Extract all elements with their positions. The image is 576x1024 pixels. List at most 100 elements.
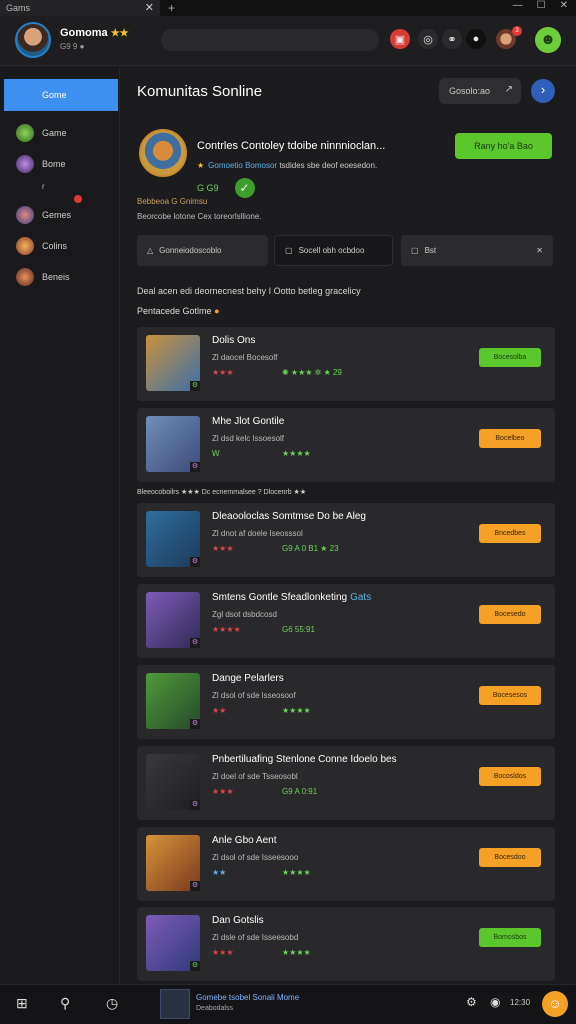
game-card-action-button[interactable]: Bocesedo: [479, 605, 541, 624]
smile-icon[interactable]: ☻: [535, 27, 561, 53]
check-icon[interactable]: ✓: [234, 178, 255, 198]
game-card[interactable]: ⚙ Dan Gotslis Zl dsle of sde Isseesobd ★★★ ★…: [137, 907, 555, 981]
game-card[interactable]: ⚙ Dolis Ons Zl daocel Bocesolf ★★★ ✺ ★★★ ✲ ★…: [137, 327, 555, 401]
browser-tab[interactable]: Gams ✕: [0, 0, 160, 16]
tab-close-icon[interactable]: ✕: [145, 1, 154, 14]
game-card-action-button[interactable]: Bocesolba: [479, 348, 541, 367]
network-icon[interactable]: ◉: [490, 995, 500, 1009]
status-dot-icon: ●: [214, 306, 220, 316]
community-button[interactable]: Gosolo:ao ↗: [439, 78, 521, 104]
section-label: Pentacede Gotlme ●: [137, 306, 220, 316]
platform-badge-icon: ⚙: [190, 462, 200, 472]
platform-badge-icon: ⚙: [190, 961, 200, 971]
game-card-action-button[interactable]: Bocesesos: [479, 686, 541, 705]
filter-label: Gonneiodoscoblo: [159, 246, 222, 255]
filter-button-2[interactable]: ▢ Socell obh ocbdoo: [274, 235, 393, 266]
game-card-title-text: Dleaooloclas Somtmse Do be Aleg: [212, 511, 366, 522]
star-rating-icon: ★★★: [212, 787, 234, 796]
filter-button-3[interactable]: ▢ Bst ✕: [401, 235, 553, 266]
sidebar-item-label: Gome: [42, 90, 67, 100]
game-card[interactable]: ⚙ Mhe Jlot Gontile Zl dsd kelc Issoesolf W ★…: [137, 408, 555, 482]
task-view-icon[interactable]: ◷: [106, 995, 118, 1012]
game-thumbnail[interactable]: ⚙: [146, 915, 200, 971]
game-subtitle-link[interactable]: Gomoetio Bomosor: [208, 161, 277, 170]
gift-icon[interactable]: ▣: [390, 29, 410, 49]
search-input[interactable]: [161, 29, 379, 51]
community-button-label: Gosolo:ao: [449, 86, 491, 96]
game-card[interactable]: ⚙ Dange Pelarlers Zl dsol of sde lsseosoof…: [137, 665, 555, 739]
platform-badge-icon: ⚙: [190, 881, 200, 891]
star-rating-icon: ★★: [212, 706, 227, 715]
close-window-icon[interactable]: ✕: [560, 0, 568, 11]
taskbar-app-title[interactable]: Gomebe tsobel Sonali Mome: [196, 993, 299, 1002]
sidebar-item-beneis[interactable]: Beneis: [4, 261, 118, 293]
sidebar-item-colins[interactable]: Colins: [4, 230, 118, 262]
username: Gomoma ★★: [60, 27, 129, 39]
platform-badge-icon: ⚙: [190, 800, 200, 810]
game-card[interactable]: ⚙ Smtens Gontle Sfeadlonketing Gats Zgl dso…: [137, 584, 555, 658]
game-card-title: Dolis Ons: [212, 335, 255, 346]
platform-badge-icon: ⚙: [190, 638, 200, 648]
start-icon[interactable]: ⊞: [16, 995, 28, 1012]
game-thumbnail[interactable]: ⚙: [146, 511, 200, 567]
game-card[interactable]: ⚙ Anle Gbo Aent Zl dsol of sde Isseesooo ★★…: [137, 827, 555, 901]
game-card-title-text: Dange Pelarlers: [212, 673, 284, 684]
search-icon[interactable]: ⚲: [60, 995, 70, 1012]
new-tab-icon[interactable]: +: [168, 1, 175, 15]
game-card[interactable]: ⚙ Dleaooloclas Somtmse Do be Aleg Zl dnot …: [137, 503, 555, 577]
minimize-icon[interactable]: —: [513, 0, 523, 11]
star-rating-icon: ★★: [212, 868, 227, 877]
avatar[interactable]: [15, 22, 51, 58]
game-avatar-icon: [16, 155, 34, 173]
sidebar-item-game[interactable]: Game: [4, 117, 118, 149]
controller-icon[interactable]: ◎: [418, 29, 438, 49]
game-stat-text: G G9: [197, 183, 219, 193]
filter-button-1[interactable]: △ Gonneiodoscoblo: [137, 235, 268, 266]
section-label-text: Pentacede Gotlme: [137, 306, 212, 316]
game-thumbnail[interactable]: ⚙: [146, 673, 200, 729]
main-content: Komunitas Sonline Gosolo:ao ↗ › Contrles…: [121, 67, 576, 984]
star-icon: ★: [197, 161, 205, 170]
globe-icon[interactable]: ●: [466, 29, 486, 49]
game-card-action-button[interactable]: Bocosldos: [479, 767, 541, 786]
game-card-stats: G9 A 0:91: [282, 787, 318, 796]
game-thumbnail[interactable]: ⚙: [146, 592, 200, 648]
sidebar-item-label: Gemes: [42, 210, 72, 220]
game-card-title: Dleaooloclas Somtmse Do be Aleg: [212, 511, 366, 522]
page-title: Komunitas Sonline: [137, 83, 263, 100]
user-profile-icon[interactable]: ☺: [542, 991, 568, 1017]
game-card-action-button[interactable]: Bocesdoo: [479, 848, 541, 867]
game-avatar-icon: [16, 268, 34, 286]
game-card-action-button[interactable]: Bocelbeo: [479, 429, 541, 448]
tab-title: Gams: [6, 3, 31, 13]
game-card-title-text: Dan Gotslis: [212, 915, 264, 926]
settings-icon[interactable]: ⚙: [466, 995, 477, 1009]
game-card-action-button[interactable]: Bomosbos: [479, 928, 541, 947]
game-avatar-icon: [16, 124, 34, 142]
game-logo: [139, 129, 187, 177]
clear-icon[interactable]: ✕: [536, 246, 543, 255]
user-subtitle: G9 9 ●: [60, 42, 85, 51]
taskbar: ⊞ ⚲ ◷ Gomebe tsobel Sonali Mome Deabodal…: [0, 984, 576, 1024]
game-thumbnail[interactable]: ⚙: [146, 416, 200, 472]
game-card[interactable]: ⚙ Pnbertiluafing Stenlone Conne Idoelo be…: [137, 746, 555, 820]
username-text: Gomoma: [60, 27, 108, 39]
star-rating-icon: ★★★: [212, 368, 234, 377]
game-card-title-text: Dolis Ons: [212, 335, 256, 346]
join-button[interactable]: Rany ho'a Bao: [455, 133, 552, 159]
sidebar-item-home[interactable]: Gome: [4, 79, 118, 111]
next-arrow-button[interactable]: ›: [531, 79, 555, 103]
verified-star-icon: ★★: [110, 28, 129, 39]
taskbar-app-icon[interactable]: [160, 989, 190, 1019]
sidebar-item-label: Beneis: [42, 272, 70, 282]
sidebar-item-gemes[interactable]: Gemes: [4, 199, 118, 231]
between-rating-row: Bleeocoboilrs ★★★ Dc ecnemmalsee ? Dloce…: [137, 489, 307, 496]
filter-label: Bst: [424, 246, 437, 255]
link-icon[interactable]: ⚭: [442, 29, 462, 49]
game-thumbnail[interactable]: ⚙: [146, 335, 200, 391]
game-card-action-button[interactable]: Bncedbes: [479, 524, 541, 543]
maximize-icon[interactable]: ☐: [537, 0, 546, 11]
game-thumbnail[interactable]: ⚙: [146, 835, 200, 891]
sidebar-item-bome[interactable]: Bome: [4, 148, 118, 180]
game-thumbnail[interactable]: ⚙: [146, 754, 200, 810]
